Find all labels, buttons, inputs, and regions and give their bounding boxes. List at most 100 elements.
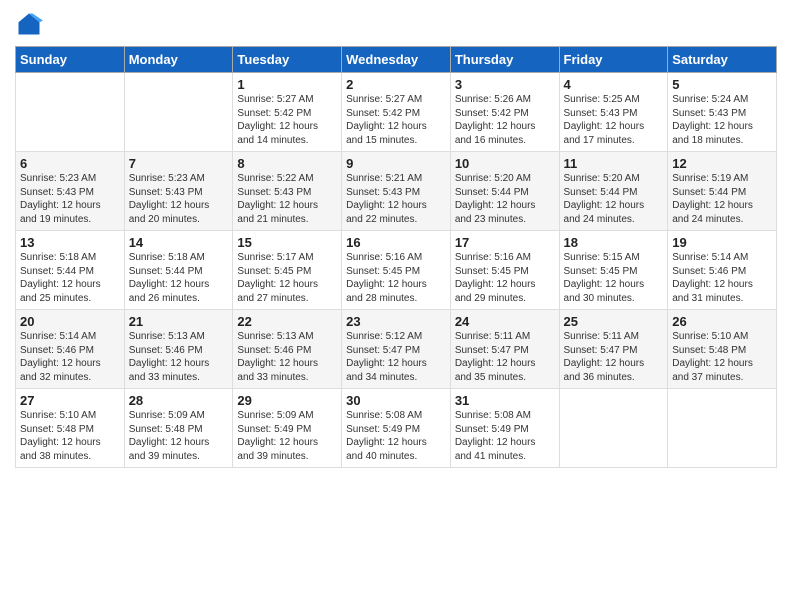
week-row-1: 1Sunrise: 5:27 AMSunset: 5:42 PMDaylight… bbox=[16, 73, 777, 152]
calendar-cell: 13Sunrise: 5:18 AMSunset: 5:44 PMDayligh… bbox=[16, 231, 125, 310]
calendar-cell: 21Sunrise: 5:13 AMSunset: 5:46 PMDayligh… bbox=[124, 310, 233, 389]
calendar-cell: 25Sunrise: 5:11 AMSunset: 5:47 PMDayligh… bbox=[559, 310, 668, 389]
calendar-cell: 14Sunrise: 5:18 AMSunset: 5:44 PMDayligh… bbox=[124, 231, 233, 310]
cell-info: Sunrise: 5:08 AMSunset: 5:49 PMDaylight:… bbox=[455, 409, 555, 463]
week-row-5: 27Sunrise: 5:10 AMSunset: 5:48 PMDayligh… bbox=[16, 389, 777, 468]
week-row-3: 13 Sunrise: 5:18 AMSunset: 5:44 PMDayligh… bbox=[16, 231, 777, 310]
day-number: 8 bbox=[237, 156, 337, 171]
calendar-cell: 5Sunrise: 5:24 AMSunset: 5:43 PMDaylight… bbox=[668, 73, 777, 152]
cell-info: Sunrise: 5:26 AMSunset: 5:42 PMDaylight:… bbox=[455, 93, 555, 147]
day-number: 29 bbox=[237, 393, 337, 408]
cell-info: Sunrise: 5:19 AMSunset: 5:44 PMDaylight:… bbox=[672, 172, 772, 226]
day-number: 24 bbox=[455, 314, 555, 329]
day-number: 7 bbox=[129, 156, 229, 171]
day-number: 5 bbox=[672, 77, 772, 92]
cell-info: Sunrise: 5:09 AMSunset: 5:48 PMDaylight:… bbox=[129, 409, 229, 463]
day-number: 9 bbox=[346, 156, 446, 171]
cell-info: Sunrise: 5:10 AMSunset: 5:48 PMDaylight:… bbox=[20, 409, 120, 463]
calendar-cell: 17Sunrise: 5:16 AMSunset: 5:45 PMDayligh… bbox=[450, 231, 559, 310]
cell-info: Sunrise: 5:27 AMSunset: 5:42 PMDaylight:… bbox=[346, 93, 446, 147]
cell-info: Sunrise: 5:16 AMSunset: 5:45 PMDaylight:… bbox=[455, 251, 555, 305]
calendar-cell: 19Sunrise: 5:14 AMSunset: 5:46 PMDayligh… bbox=[668, 231, 777, 310]
day-number: 16 bbox=[346, 235, 446, 250]
day-number: 10 bbox=[455, 156, 555, 171]
day-number: 19 bbox=[672, 235, 772, 250]
calendar-cell: 16Sunrise: 5:16 AMSunset: 5:45 PMDayligh… bbox=[342, 231, 451, 310]
calendar-cell bbox=[559, 389, 668, 468]
logo bbox=[15, 10, 45, 38]
weekday-header-thursday: Thursday bbox=[450, 47, 559, 73]
header bbox=[15, 10, 777, 38]
cell-info: Sunrise: 5:17 AMSunset: 5:45 PMDaylight:… bbox=[237, 251, 337, 305]
calendar-cell: 12Sunrise: 5:19 AMSunset: 5:44 PMDayligh… bbox=[668, 152, 777, 231]
cell-info: Sunrise: 5:08 AMSunset: 5:49 PMDaylight:… bbox=[346, 409, 446, 463]
calendar-table: SundayMondayTuesdayWednesdayThursdayFrid… bbox=[15, 46, 777, 468]
calendar-cell: 8Sunrise: 5:22 AMSunset: 5:43 PMDaylight… bbox=[233, 152, 342, 231]
cell-info: Sunrise: 5:22 AMSunset: 5:43 PMDaylight:… bbox=[237, 172, 337, 226]
week-row-2: 6Sunrise: 5:23 AMSunset: 5:43 PMDaylight… bbox=[16, 152, 777, 231]
day-number: 17 bbox=[455, 235, 555, 250]
day-number: 25 bbox=[564, 314, 664, 329]
calendar-cell: 26Sunrise: 5:10 AMSunset: 5:48 PMDayligh… bbox=[668, 310, 777, 389]
calendar-cell: 9Sunrise: 5:21 AMSunset: 5:43 PMDaylight… bbox=[342, 152, 451, 231]
day-number: 27 bbox=[20, 393, 120, 408]
day-number: 6 bbox=[20, 156, 120, 171]
cell-info: Sunrise: 5:18 AMSunset: 5:44 PMDaylight:… bbox=[129, 251, 229, 305]
weekday-header-wednesday: Wednesday bbox=[342, 47, 451, 73]
day-number: 30 bbox=[346, 393, 446, 408]
cell-info: Sunrise: 5:23 AMSunset: 5:43 PMDaylight:… bbox=[129, 172, 229, 226]
day-number: 12 bbox=[672, 156, 772, 171]
calendar-cell: 7Sunrise: 5:23 AMSunset: 5:43 PMDaylight… bbox=[124, 152, 233, 231]
cell-info: Sunrise: 5:25 AMSunset: 5:43 PMDaylight:… bbox=[564, 93, 664, 147]
calendar-cell: 1Sunrise: 5:27 AMSunset: 5:42 PMDaylight… bbox=[233, 73, 342, 152]
calendar-cell: 15Sunrise: 5:17 AMSunset: 5:45 PMDayligh… bbox=[233, 231, 342, 310]
cell-info: Sunrise: 5:13 AMSunset: 5:46 PMDaylight:… bbox=[237, 330, 337, 384]
cell-info: Sunrise: 5:11 AMSunset: 5:47 PMDaylight:… bbox=[455, 330, 555, 384]
day-number: 23 bbox=[346, 314, 446, 329]
week-row-4: 20Sunrise: 5:14 AMSunset: 5:46 PMDayligh… bbox=[16, 310, 777, 389]
logo-icon bbox=[15, 10, 43, 38]
day-number: 4 bbox=[564, 77, 664, 92]
day-number: 22 bbox=[237, 314, 337, 329]
cell-info: Sunrise: 5:20 AMSunset: 5:44 PMDaylight:… bbox=[564, 172, 664, 226]
calendar-cell bbox=[124, 73, 233, 152]
cell-info: Sunrise: 5:12 AMSunset: 5:47 PMDaylight:… bbox=[346, 330, 446, 384]
cell-info: Sunrise: 5:14 AMSunset: 5:46 PMDaylight:… bbox=[672, 251, 772, 305]
calendar-cell: 3Sunrise: 5:26 AMSunset: 5:42 PMDaylight… bbox=[450, 73, 559, 152]
cell-info: Sunrise: 5:16 AMSunset: 5:45 PMDaylight:… bbox=[346, 251, 446, 305]
day-number: 28 bbox=[129, 393, 229, 408]
cell-info: Sunrise: 5:13 AMSunset: 5:46 PMDaylight:… bbox=[129, 330, 229, 384]
cell-info: Sunrise: 5:10 AMSunset: 5:48 PMDaylight:… bbox=[672, 330, 772, 384]
cell-info: Sunrise: 5:24 AMSunset: 5:43 PMDaylight:… bbox=[672, 93, 772, 147]
cell-info: Sunrise: 5:23 AMSunset: 5:43 PMDaylight:… bbox=[20, 172, 120, 226]
day-number: 11 bbox=[564, 156, 664, 171]
weekday-header-tuesday: Tuesday bbox=[233, 47, 342, 73]
calendar-cell: 18Sunrise: 5:15 AMSunset: 5:45 PMDayligh… bbox=[559, 231, 668, 310]
day-number: 26 bbox=[672, 314, 772, 329]
day-number: 3 bbox=[455, 77, 555, 92]
calendar-cell: 31Sunrise: 5:08 AMSunset: 5:49 PMDayligh… bbox=[450, 389, 559, 468]
day-number: 15 bbox=[237, 235, 337, 250]
day-number: 20 bbox=[20, 314, 120, 329]
calendar-cell: 11Sunrise: 5:20 AMSunset: 5:44 PMDayligh… bbox=[559, 152, 668, 231]
weekday-header-row: SundayMondayTuesdayWednesdayThursdayFrid… bbox=[16, 47, 777, 73]
cell-info: Sunrise: 5:21 AMSunset: 5:43 PMDaylight:… bbox=[346, 172, 446, 226]
weekday-header-friday: Friday bbox=[559, 47, 668, 73]
cell-info: Sunrise: 5:09 AMSunset: 5:49 PMDaylight:… bbox=[237, 409, 337, 463]
calendar-cell: 4Sunrise: 5:25 AMSunset: 5:43 PMDaylight… bbox=[559, 73, 668, 152]
calendar-cell: 24Sunrise: 5:11 AMSunset: 5:47 PMDayligh… bbox=[450, 310, 559, 389]
day-number: 14 bbox=[129, 235, 229, 250]
day-number: 1 bbox=[237, 77, 337, 92]
calendar-cell bbox=[16, 73, 125, 152]
calendar-cell: 20Sunrise: 5:14 AMSunset: 5:46 PMDayligh… bbox=[16, 310, 125, 389]
calendar-cell: 10Sunrise: 5:20 AMSunset: 5:44 PMDayligh… bbox=[450, 152, 559, 231]
cell-info: Sunrise: 5:27 AMSunset: 5:42 PMDaylight:… bbox=[237, 93, 337, 147]
weekday-header-monday: Monday bbox=[124, 47, 233, 73]
day-number: 13 bbox=[20, 235, 120, 250]
calendar-cell bbox=[668, 389, 777, 468]
weekday-header-sunday: Sunday bbox=[16, 47, 125, 73]
calendar-cell: 6Sunrise: 5:23 AMSunset: 5:43 PMDaylight… bbox=[16, 152, 125, 231]
day-number: 18 bbox=[564, 235, 664, 250]
calendar-cell: 30Sunrise: 5:08 AMSunset: 5:49 PMDayligh… bbox=[342, 389, 451, 468]
calendar-cell: 2Sunrise: 5:27 AMSunset: 5:42 PMDaylight… bbox=[342, 73, 451, 152]
